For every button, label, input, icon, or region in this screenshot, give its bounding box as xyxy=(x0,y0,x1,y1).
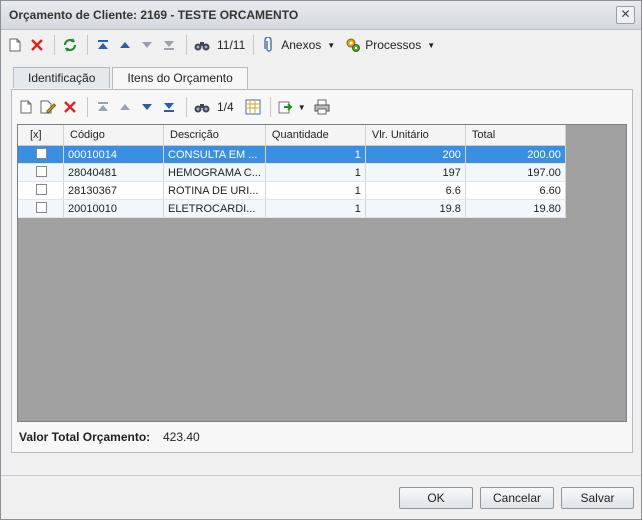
cancelar-button[interactable]: Cancelar xyxy=(480,487,554,509)
row-checkbox[interactable] xyxy=(36,183,47,195)
footer-divider xyxy=(1,475,641,476)
anexos-label: Anexos xyxy=(281,38,322,52)
processos-menu[interactable]: Processos ▼ xyxy=(343,35,435,55)
tab-itens-do-orcamento[interactable]: Itens do Orçamento xyxy=(112,67,248,90)
salvar-button[interactable]: Salvar xyxy=(561,487,634,509)
total-value: 423.40 xyxy=(163,430,200,444)
dialog-window: Orçamento de Cliente: 2169 - TESTE ORCAM… xyxy=(0,0,642,520)
items-table: [x] Código Descrição Quantidade Vlr. Uni… xyxy=(18,125,566,218)
new-document-icon[interactable] xyxy=(5,35,25,55)
cell-descricao: ELETROCARDI... xyxy=(163,199,266,218)
items-grid[interactable]: [x] Código Descrição Quantidade Vlr. Uni… xyxy=(17,124,627,422)
first-item-icon[interactable] xyxy=(93,97,113,117)
export-icon[interactable] xyxy=(276,97,296,117)
row-checkbox-cell xyxy=(18,145,64,164)
column-header-descricao[interactable]: Descrição xyxy=(163,125,266,146)
delete-icon[interactable] xyxy=(27,35,47,55)
cell-descricao: ROTINA DE URI... xyxy=(163,181,266,200)
table-row[interactable]: 20010010 ELETROCARDI... 1 19.8 19.80 xyxy=(18,199,566,218)
cell-total: 6.60 xyxy=(465,181,566,200)
delete-item-icon[interactable] xyxy=(60,97,80,117)
paperclip-icon xyxy=(259,35,279,55)
cell-total: 19.80 xyxy=(465,199,566,218)
cell-quantidade: 1 xyxy=(265,163,366,182)
dropdown-arrow-icon: ▼ xyxy=(327,40,336,50)
binoculars-icon[interactable] xyxy=(192,35,212,55)
row-checkbox-cell xyxy=(18,181,64,200)
toolbar-separator xyxy=(54,35,55,55)
row-checkbox-cell xyxy=(18,199,64,218)
column-header-quantidade[interactable]: Quantidade xyxy=(265,125,366,146)
refresh-icon[interactable] xyxy=(60,35,80,55)
new-item-icon[interactable] xyxy=(16,97,36,117)
cell-unitario: 19.8 xyxy=(365,199,466,218)
last-item-icon[interactable] xyxy=(159,97,179,117)
ok-button[interactable]: OK xyxy=(399,487,473,509)
cell-codigo: 20010010 xyxy=(63,199,164,218)
binoculars-icon[interactable] xyxy=(192,97,212,117)
column-header-unitario[interactable]: Vlr. Unitário xyxy=(365,125,466,146)
toolbar-separator xyxy=(269,97,271,117)
tab-identificacao[interactable]: Identificação xyxy=(13,67,111,88)
cell-codigo: 00010014 xyxy=(63,145,164,164)
main-toolbar: 11/11 Anexos ▼ Processos ▼ xyxy=(5,32,443,58)
toolbar-separator xyxy=(87,97,88,117)
tab-strip: Identificação Itens do Orçamento xyxy=(13,67,250,90)
title-bar[interactable]: Orçamento de Cliente: 2169 - TESTE ORCAM… xyxy=(1,1,641,30)
table-row[interactable]: 00010014 CONSULTA EM ... 1 200 200.00 xyxy=(18,145,566,164)
close-button[interactable]: ✕ xyxy=(616,6,635,24)
edit-item-icon[interactable] xyxy=(38,97,58,117)
previous-record-icon[interactable] xyxy=(115,35,135,55)
dropdown-arrow-icon: ▼ xyxy=(427,40,436,50)
toolbar-separator xyxy=(186,35,187,55)
tab-panel-itens: 1/4 ▼ [x] Código Descrição Quantidade Vl… xyxy=(11,89,633,453)
cell-total: 197.00 xyxy=(465,163,566,182)
table-row[interactable]: 28040481 HEMOGRAMA C... 1 197 197.00 xyxy=(18,163,566,182)
table-header-row: [x] Código Descrição Quantidade Vlr. Uni… xyxy=(18,125,566,146)
next-item-icon[interactable] xyxy=(137,97,157,117)
cell-unitario: 200 xyxy=(365,145,466,164)
cell-total: 200.00 xyxy=(465,145,566,164)
column-header-select[interactable]: [x] xyxy=(18,125,64,146)
first-record-icon[interactable] xyxy=(93,35,113,55)
next-record-icon[interactable] xyxy=(137,35,157,55)
toolbar-separator xyxy=(87,35,88,55)
cell-codigo: 28130367 xyxy=(63,181,164,200)
grid-layout-icon[interactable] xyxy=(243,97,263,117)
row-checkbox[interactable] xyxy=(36,165,47,177)
cell-descricao: HEMOGRAMA C... xyxy=(163,163,266,182)
window-title: Orçamento de Cliente: 2169 - TESTE ORCAM… xyxy=(9,8,299,22)
total-summary: Valor Total Orçamento: 423.40 xyxy=(19,430,200,444)
cell-unitario: 6.6 xyxy=(365,181,466,200)
cell-quantidade: 1 xyxy=(265,145,366,164)
cell-quantidade: 1 xyxy=(265,199,366,218)
cell-codigo: 28040481 xyxy=(63,163,164,182)
record-counter: 11/11 xyxy=(217,38,246,52)
cell-quantidade: 1 xyxy=(265,181,366,200)
row-checkbox[interactable] xyxy=(36,147,47,159)
column-header-codigo[interactable]: Código xyxy=(63,125,164,146)
export-dropdown-arrow-icon[interactable]: ▼ xyxy=(298,103,306,112)
row-checkbox-cell xyxy=(18,163,64,182)
processos-label: Processos xyxy=(365,38,422,52)
printer-icon[interactable] xyxy=(312,97,332,117)
toolbar-separator xyxy=(253,35,255,55)
items-toolbar: 1/4 ▼ xyxy=(16,94,334,120)
column-header-total[interactable]: Total xyxy=(465,125,566,146)
item-record-counter: 1/4 xyxy=(217,100,234,114)
total-label: Valor Total Orçamento: xyxy=(19,430,151,444)
cell-descricao: CONSULTA EM ... xyxy=(163,145,266,164)
table-row[interactable]: 28130367 ROTINA DE URI... 1 6.6 6.60 xyxy=(18,181,566,200)
toolbar-separator xyxy=(186,97,187,117)
previous-item-icon[interactable] xyxy=(115,97,135,117)
row-checkbox[interactable] xyxy=(36,201,47,213)
gears-icon xyxy=(343,35,363,55)
last-record-icon[interactable] xyxy=(159,35,179,55)
cell-unitario: 197 xyxy=(365,163,466,182)
anexos-menu[interactable]: Anexos ▼ xyxy=(259,35,335,55)
